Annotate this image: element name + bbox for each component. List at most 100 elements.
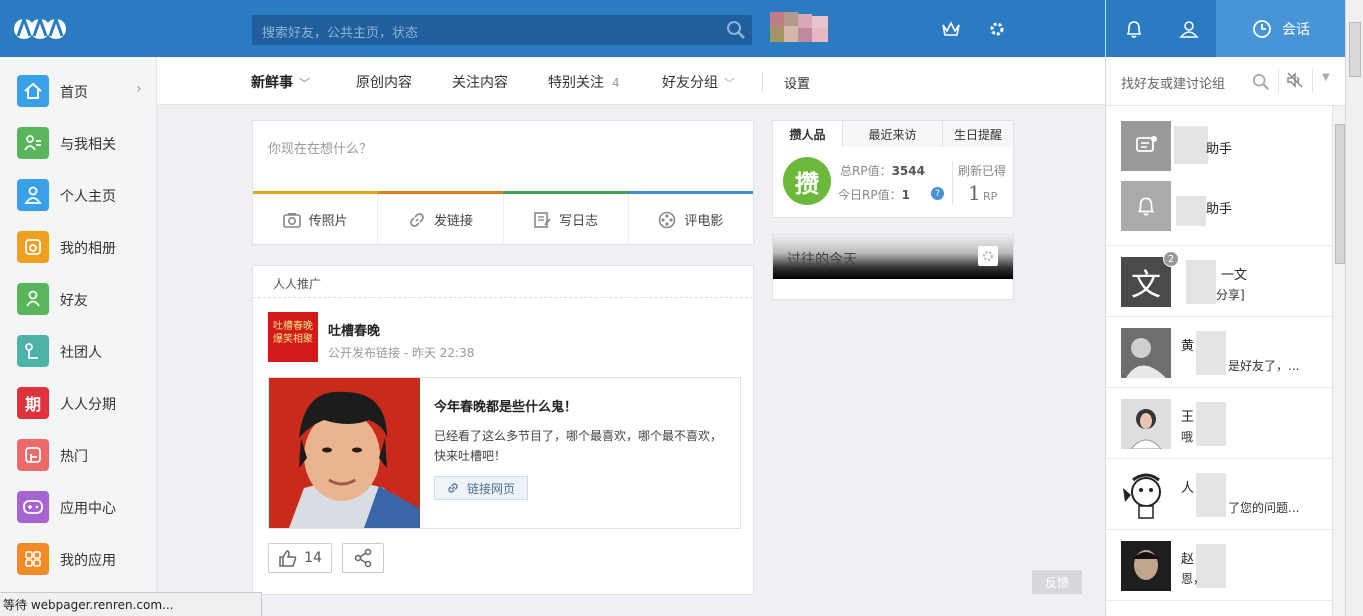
user-avatar[interactable] bbox=[770, 12, 856, 46]
conversation-item[interactable]: 黄 是好友了，... bbox=[1106, 317, 1332, 388]
sidebar-item-club[interactable]: 社团人 bbox=[0, 325, 157, 377]
sidebar-item-album[interactable]: 我的相册 bbox=[0, 221, 157, 273]
user-avatar bbox=[1121, 399, 1171, 449]
chat-scrollbar[interactable] bbox=[1332, 106, 1346, 616]
link-thumbnail[interactable] bbox=[269, 378, 420, 528]
rp-logo[interactable]: 攒 bbox=[783, 157, 831, 205]
sidebar-item-app-center[interactable]: 应用中心 bbox=[0, 481, 157, 533]
bell-icon bbox=[1138, 197, 1154, 216]
sidebar-item-label: 我的相册 bbox=[60, 241, 116, 257]
share-icon bbox=[354, 548, 372, 568]
chat-scroll-thumb[interactable] bbox=[1335, 124, 1345, 264]
author-name[interactable]: 吐槽春晚 bbox=[328, 320, 380, 339]
my-apps-icon bbox=[17, 543, 49, 575]
user-avatar bbox=[1121, 328, 1171, 378]
rp-refresh-label: 刷新已得 bbox=[958, 164, 1007, 178]
tab-birthday[interactable]: 生日提醒 bbox=[943, 121, 1013, 147]
author-avatar[interactable]: 吐槽春晚爆笑相聚 bbox=[268, 312, 318, 362]
app-center-icon bbox=[17, 491, 49, 523]
notification-tab[interactable] bbox=[1106, 0, 1161, 57]
tab-divider bbox=[762, 71, 763, 91]
sidebar-item-installment[interactable]: 期 人人分期 bbox=[0, 377, 157, 429]
search-icon[interactable] bbox=[726, 20, 746, 40]
tab-following[interactable]: 关注内容 bbox=[452, 72, 508, 92]
special-count: 4 bbox=[612, 76, 620, 90]
mute-icon[interactable] bbox=[1286, 71, 1304, 89]
unread-badge: 2 bbox=[1163, 251, 1179, 267]
feedback-button[interactable]: 反馈 bbox=[1032, 570, 1082, 594]
tab-settings[interactable]: 设置 bbox=[784, 73, 810, 92]
browser-status-bar: 等待 webpager.renren.com... bbox=[0, 592, 262, 616]
conversations-tab[interactable]: 会话 bbox=[1216, 0, 1346, 57]
sidebar-item-friends[interactable]: 好友 bbox=[0, 273, 157, 325]
chevron-right-icon: › bbox=[136, 81, 142, 97]
crown-icon[interactable] bbox=[941, 20, 961, 38]
like-count: 14 bbox=[304, 550, 322, 566]
friends-icon bbox=[17, 283, 49, 315]
conversation-item[interactable]: 助手 bbox=[1106, 176, 1332, 246]
contacts-icon bbox=[1178, 20, 1199, 38]
conversation-name: 一文 bbox=[1221, 268, 1248, 283]
sidebar-item-hot[interactable]: 热门 bbox=[0, 429, 157, 481]
sidebar-item-label: 我的应用 bbox=[60, 553, 116, 569]
history-settings-button[interactable] bbox=[978, 246, 998, 266]
sidebar-item-home[interactable]: 首页 › bbox=[0, 65, 157, 117]
window-scrollbar[interactable] bbox=[1345, 0, 1363, 616]
link-preview-card[interactable]: 今年春晚都是些什么鬼！ 已经看了这么多节目了，哪个最喜欢，哪个最不喜欢，快来吐槽… bbox=[268, 377, 741, 529]
sidebar-item-label: 热门 bbox=[60, 449, 88, 465]
link-title[interactable]: 今年春晚都是些什么鬼！ bbox=[434, 396, 577, 415]
blog-icon bbox=[534, 211, 551, 228]
open-link-button[interactable]: 链接网页 bbox=[434, 476, 528, 500]
link-icon bbox=[410, 212, 424, 227]
sidebar-item-label: 与我相关 bbox=[60, 137, 116, 153]
share-button[interactable] bbox=[342, 543, 384, 573]
sidebar-item-profile[interactable]: 个人主页 bbox=[0, 169, 157, 221]
camera-icon bbox=[282, 212, 301, 228]
conversation-item[interactable]: 赵 恩， bbox=[1106, 530, 1332, 601]
tab-special[interactable]: 特别关注 4 bbox=[548, 72, 620, 92]
gear-icon[interactable] bbox=[988, 20, 1006, 38]
bell-icon bbox=[1126, 20, 1141, 38]
conversation-item[interactable]: 王 哦 bbox=[1106, 388, 1332, 459]
window-scroll-thumb[interactable] bbox=[1349, 22, 1361, 77]
conversation-name: 助手 bbox=[1206, 142, 1233, 157]
rp-unit: RP bbox=[983, 190, 998, 203]
conversation-item[interactable]: 文 2 一文 分享] bbox=[1106, 246, 1332, 317]
tab-original[interactable]: 原创内容 bbox=[356, 72, 412, 92]
renren-logo[interactable] bbox=[14, 12, 66, 46]
conversation-name: 王 bbox=[1181, 410, 1195, 425]
chevron-down-icon: ﹀ bbox=[724, 77, 735, 90]
chat-search: 找好友或建讨论组 ▼ bbox=[1106, 57, 1346, 106]
like-button[interactable]: 14 bbox=[268, 543, 332, 573]
tab-news[interactable]: 新鲜事 ﹀ bbox=[251, 72, 310, 92]
user-avatar bbox=[1121, 541, 1171, 591]
contacts-tab[interactable] bbox=[1161, 0, 1216, 57]
help-icon[interactable]: ? bbox=[931, 187, 944, 200]
post-link-button[interactable]: 发链接 bbox=[378, 194, 504, 245]
related-icon bbox=[17, 127, 49, 159]
bell-avatar bbox=[1121, 181, 1171, 231]
album-icon bbox=[17, 231, 49, 263]
sidebar-item-related[interactable]: 与我相关 bbox=[0, 117, 157, 169]
chat-search-input[interactable]: 找好友或建讨论组 bbox=[1121, 73, 1225, 92]
tab-friend-groups[interactable]: 好友分组 ﹀ bbox=[662, 72, 735, 92]
rp-refresh-value: 1 bbox=[968, 181, 981, 205]
conversation-message: 恩， bbox=[1181, 572, 1206, 586]
conversation-item[interactable]: 助手 bbox=[1106, 106, 1332, 176]
mascot-avatar bbox=[1121, 470, 1171, 520]
tab-recent-visitors[interactable]: 最近来访 bbox=[843, 121, 943, 147]
search-input[interactable]: 搜索好友，公共主页，状态 bbox=[252, 15, 752, 45]
conversation-name: 黄 bbox=[1181, 339, 1195, 354]
search-icon[interactable] bbox=[1252, 73, 1270, 91]
chevron-down-icon[interactable]: ▼ bbox=[1322, 72, 1330, 83]
conversation-item[interactable]: 人 了您的问题... bbox=[1106, 459, 1332, 530]
sidebar-item-my-apps[interactable]: 我的应用 bbox=[0, 533, 157, 585]
status-input[interactable]: 你现在在想什么？ bbox=[268, 138, 372, 157]
review-movie-button[interactable]: 评电影 bbox=[629, 194, 753, 245]
profile-icon bbox=[17, 179, 49, 211]
upload-photo-button[interactable]: 传照片 bbox=[253, 194, 379, 245]
tab-rp[interactable]: 攒人品 bbox=[773, 121, 843, 147]
sidebar-item-label: 首页 bbox=[60, 85, 88, 101]
write-blog-button[interactable]: 写日志 bbox=[504, 194, 629, 245]
feed-header: 人人推广 bbox=[253, 266, 753, 298]
